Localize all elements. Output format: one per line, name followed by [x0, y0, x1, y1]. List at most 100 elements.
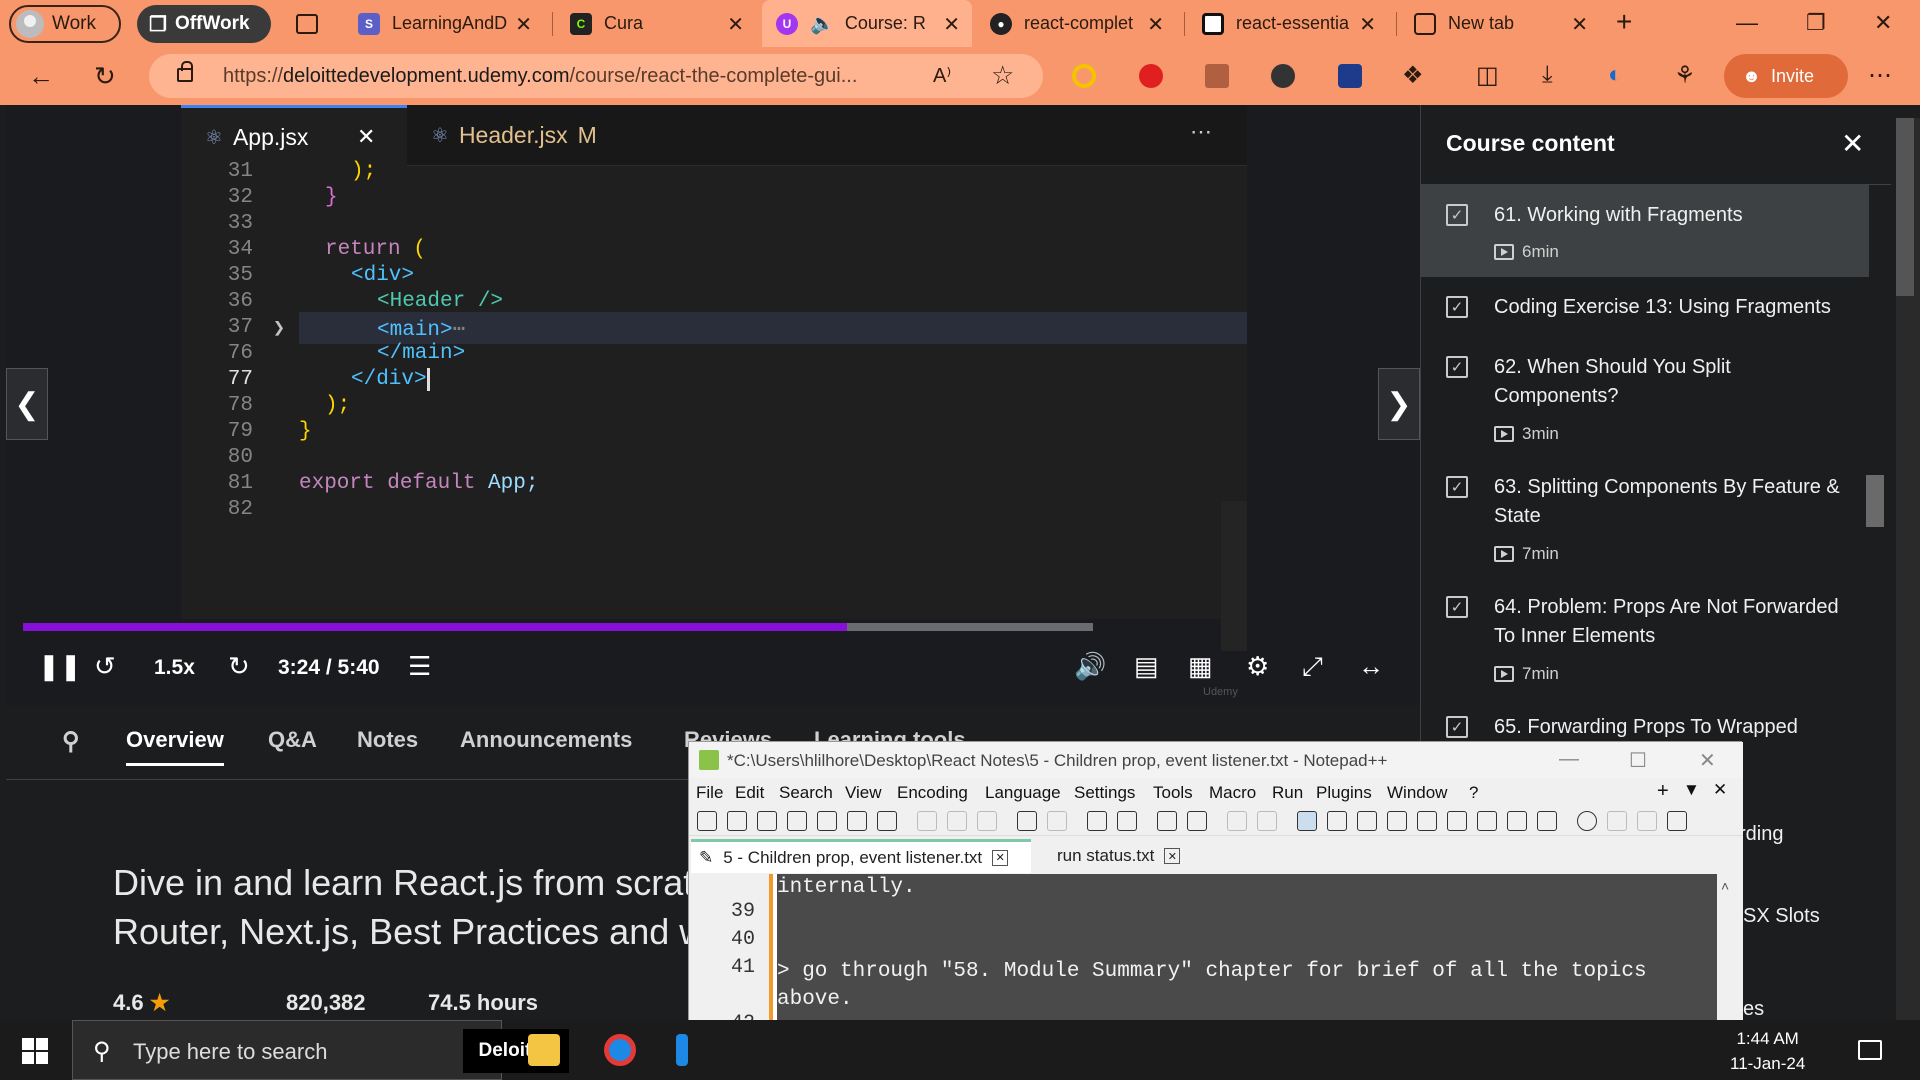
curriculum-item[interactable]: ✓ 61. Working with Fragments 6min: [1421, 185, 1869, 277]
menu-settings[interactable]: Settings: [1074, 783, 1135, 803]
captions-icon[interactable]: ▦: [1188, 651, 1213, 682]
minimize-button[interactable]: —: [1736, 10, 1758, 36]
maximize-button[interactable]: ☐: [1629, 748, 1647, 773]
curriculum-item[interactable]: ✓ 64. Problem: Props Are Not Forwarded T…: [1421, 577, 1869, 697]
close-icon[interactable]: ✕: [1164, 848, 1181, 864]
notepad-tab[interactable]: run status.txt ✕: [1049, 839, 1209, 873]
add-note-icon[interactable]: ☰: [408, 651, 431, 682]
tab-course[interactable]: U 🔈 Course: R ✕: [762, 0, 972, 47]
minimize-button[interactable]: —: [1559, 748, 1579, 771]
close-icon[interactable]: ✕: [515, 12, 532, 37]
close-icon[interactable]: ✕: [943, 12, 960, 37]
menu-file[interactable]: File: [696, 783, 723, 803]
settings-gear-icon[interactable]: ⚙: [1246, 651, 1269, 682]
tab-notes[interactable]: Notes: [357, 727, 418, 753]
zoom-out-icon[interactable]: [1187, 811, 1207, 831]
word-wrap-icon[interactable]: [1297, 811, 1317, 831]
scrollbar-thumb[interactable]: [1896, 118, 1914, 296]
checkbox-checked-icon[interactable]: ✓: [1446, 356, 1468, 378]
volume-icon[interactable]: 🔊: [1074, 651, 1106, 682]
checkbox-checked-icon[interactable]: ✓: [1446, 296, 1468, 318]
favorite-star-icon[interactable]: ☆: [991, 60, 1014, 91]
menu-encoding[interactable]: Encoding: [897, 783, 968, 803]
close-icon[interactable]: ✕: [992, 849, 1009, 866]
tab-react-essentials[interactable]: react-essentia ✕: [1188, 0, 1388, 47]
extension-icon-1[interactable]: [1072, 64, 1096, 88]
forward-icon[interactable]: ↻: [228, 651, 250, 682]
read-aloud-icon[interactable]: A⁾: [933, 63, 951, 88]
url-field[interactable]: https://deloittedevelopment.udemy.com/co…: [149, 54, 1043, 98]
plus-icon[interactable]: +: [1657, 780, 1669, 803]
profile-button[interactable]: Work: [9, 5, 121, 43]
close-icon[interactable]: ✕: [1713, 780, 1727, 800]
zoom-in-icon[interactable]: [1157, 811, 1177, 831]
document-map-icon[interactable]: [1417, 811, 1437, 831]
workspace-button[interactable]: ❐ OffWork: [137, 5, 271, 43]
scroll-up-icon[interactable]: ˄: [1721, 878, 1729, 894]
cut-icon[interactable]: [917, 811, 937, 831]
tab-announcements[interactable]: Announcements: [460, 727, 632, 753]
performance-icon[interactable]: ⚘: [1674, 61, 1696, 90]
invite-button[interactable]: ☻ Invite: [1724, 54, 1848, 98]
menu-search[interactable]: Search: [779, 783, 833, 803]
curriculum-item[interactable]: ✓ 62. When Should You Split Components? …: [1421, 337, 1869, 457]
notification-icon[interactable]: [1858, 1040, 1882, 1060]
close-icon[interactable]: ✕: [1571, 12, 1588, 37]
progress-bar[interactable]: [23, 623, 1093, 631]
menu-help[interactable]: ?: [1469, 783, 1478, 803]
dropdown-arrow-icon[interactable]: ▼: [1683, 780, 1700, 800]
menu-run[interactable]: Run: [1272, 783, 1303, 803]
close-icon[interactable]: ✕: [1147, 12, 1164, 37]
tab-actions-icon[interactable]: [296, 14, 318, 34]
sync-vertical-icon[interactable]: [1227, 811, 1247, 831]
tab-react-complete[interactable]: ● react-complet ✕: [976, 0, 1176, 47]
run-macro-multiple-icon[interactable]: [1667, 811, 1687, 831]
previous-lecture-button[interactable]: ❮: [6, 368, 48, 440]
expand-icon[interactable]: ↔: [1358, 651, 1384, 682]
replace-icon[interactable]: [1117, 811, 1137, 831]
record-macro-icon[interactable]: [1577, 811, 1597, 831]
clock[interactable]: 1:44 AM 11-Jan-24: [1730, 1026, 1805, 1076]
extension-icon-3[interactable]: [1205, 64, 1229, 88]
new-tab-button[interactable]: +: [1616, 6, 1632, 38]
copy-icon[interactable]: [947, 811, 967, 831]
checkbox-checked-icon[interactable]: ✓: [1446, 476, 1468, 498]
paste-icon[interactable]: [977, 811, 997, 831]
tab-new-tab[interactable]: New tab ✕: [1400, 0, 1600, 47]
checkbox-checked-icon[interactable]: ✓: [1446, 596, 1468, 618]
transcript-icon[interactable]: ▤: [1134, 651, 1159, 682]
restore-button[interactable]: ❐: [1806, 10, 1826, 36]
back-icon[interactable]: ←: [28, 61, 54, 92]
close-icon[interactable]: ✕: [1359, 12, 1376, 37]
find-icon[interactable]: [1087, 811, 1107, 831]
windows-start-icon[interactable]: [22, 1038, 48, 1064]
chrome-icon[interactable]: [604, 1034, 636, 1066]
close-all-icon[interactable]: [847, 811, 867, 831]
stop-macro-icon[interactable]: [1607, 811, 1627, 831]
tab-cura[interactable]: C Cura ✕: [556, 0, 756, 47]
print-icon[interactable]: [877, 811, 897, 831]
search-icon[interactable]: ⚲: [62, 727, 80, 756]
function-list-icon[interactable]: [1477, 811, 1497, 831]
extension-icon-2[interactable]: [1139, 64, 1163, 88]
edge-taskbar-icon[interactable]: [676, 1034, 688, 1066]
open-file-icon[interactable]: [727, 811, 747, 831]
menu-window[interactable]: Window: [1387, 783, 1447, 803]
menu-edit[interactable]: Edit: [735, 783, 764, 803]
save-all-icon[interactable]: [787, 811, 807, 831]
menu-view[interactable]: View: [845, 783, 882, 803]
checkbox-checked-icon[interactable]: ✓: [1446, 716, 1468, 738]
file-explorer-icon[interactable]: [528, 1034, 560, 1066]
edge-icon[interactable]: ◐: [1608, 61, 1623, 89]
sync-horizontal-icon[interactable]: [1257, 811, 1277, 831]
undo-icon[interactable]: [1017, 811, 1037, 831]
split-screen-icon[interactable]: ◫: [1476, 61, 1499, 90]
notepad-tab-active[interactable]: ✎ 5 - Children prop, event listener.txt …: [691, 839, 1031, 873]
pause-icon[interactable]: ❚❚: [38, 651, 82, 682]
menu-macro[interactable]: Macro: [1209, 783, 1256, 803]
menu-plugins[interactable]: Plugins: [1316, 783, 1372, 803]
rewind-icon[interactable]: ↺: [94, 651, 116, 682]
curriculum-item[interactable]: ✓ Coding Exercise 13: Using Fragments: [1421, 277, 1869, 337]
indent-guide-icon[interactable]: [1357, 811, 1377, 831]
folder-workspace-icon[interactable]: [1507, 811, 1527, 831]
